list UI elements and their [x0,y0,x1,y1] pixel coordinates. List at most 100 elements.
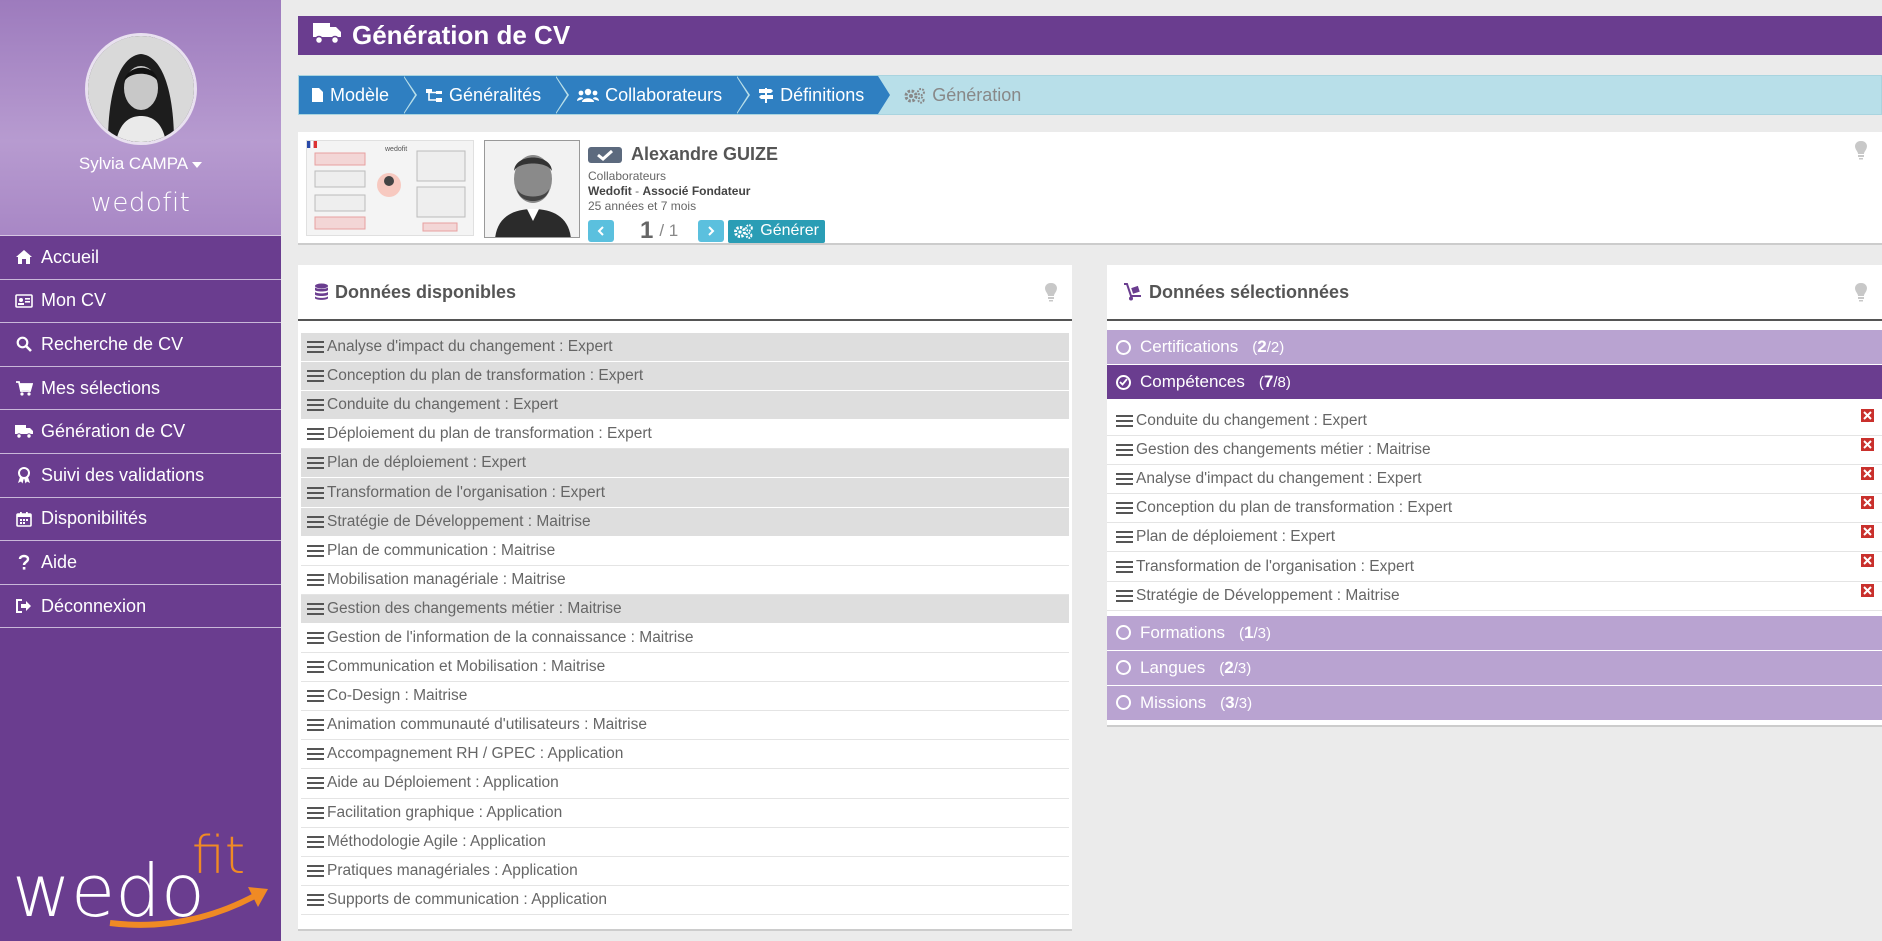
list-item[interactable]: Déploiement du plan de transformation : … [301,420,1069,450]
nav-item-recherche[interactable]: Recherche de CV [0,323,281,367]
list-item[interactable]: Supports de communication : Application [301,886,1069,915]
truck-icon [13,423,35,441]
list-item[interactable]: Plan de déploiement : Expert [1107,523,1882,553]
list-item[interactable]: Aide au Déploiement : Application [301,769,1069,799]
prev-button[interactable] [588,220,614,242]
list-item[interactable]: Stratégie de Développement : Maitrise [301,507,1069,537]
list-item[interactable]: Pratiques managériales : Application [301,857,1069,886]
drag-handle-icon[interactable] [1116,443,1133,457]
list-item[interactable]: Animation communauté d'utilisateurs : Ma… [301,711,1069,741]
user-menu[interactable]: Sylvia CAMPA [0,154,281,174]
list-item[interactable]: Méthodologie Agile : Application [301,828,1069,857]
nav-item-aide[interactable]: Aide [0,541,281,585]
drag-handle-icon[interactable] [307,631,324,645]
list-item[interactable]: Mobilisation managériale : Maitrise [301,566,1069,595]
list-item[interactable]: Facilitation graphique : Application [301,799,1069,828]
drag-handle-icon[interactable] [307,544,324,558]
drag-handle-icon[interactable] [1116,560,1133,574]
drag-handle-icon[interactable] [307,718,324,732]
list-item-label: Stratégie de Développement : Maitrise [327,512,591,530]
list-item[interactable]: Transformation de l'organisation : Exper… [301,478,1069,508]
drag-handle-icon[interactable] [1116,501,1133,515]
list-item[interactable]: Plan de déploiement : Expert [301,449,1069,479]
drag-handle-icon[interactable] [307,369,324,383]
drag-handle-icon[interactable] [1116,414,1133,428]
step-collaborateurs[interactable]: Collaborateurs [555,76,751,114]
list-item[interactable]: Plan de communication : Maitrise [301,537,1069,566]
section-certifications[interactable]: Certifications (2/2) [1107,330,1882,364]
list-item[interactable]: Co-Design : Maitrise [301,682,1069,712]
drag-handle-icon[interactable] [307,486,324,500]
delete-icon[interactable] [1861,467,1874,481]
lightbulb-icon[interactable] [1854,140,1868,165]
nav-item-accueil[interactable]: Accueil [0,236,281,280]
drag-handle-icon[interactable] [307,835,324,849]
nav-label: Recherche de CV [41,333,184,354]
drag-handle-icon[interactable] [307,398,324,412]
sidebar-profile: Sylvia CAMPA wedofit [0,0,281,236]
drag-handle-icon[interactable] [307,689,324,703]
step-generalites[interactable]: Généralités [403,76,570,114]
list-item[interactable]: Conduite du changement : Expert [301,391,1069,421]
drag-handle-icon[interactable] [307,747,324,761]
list-item[interactable]: Gestion des changements métier : Maitris… [1107,436,1882,466]
section-formations[interactable]: Formations (1/3) [1107,615,1882,650]
list-item[interactable]: Conception du plan de transformation : E… [301,362,1069,392]
nav-item-generation[interactable]: Génération de CV [0,410,281,454]
generate-button[interactable]: Générer [728,219,825,243]
template-thumbnail[interactable]: wedofit [306,140,474,236]
section-langues[interactable]: Langues (2/3) [1107,650,1882,685]
list-item[interactable]: Analyse d'impact du changement : Expert [301,333,1069,363]
section-competences[interactable]: Compétences (7/8) [1107,365,1882,399]
lightbulb-icon[interactable] [1044,282,1058,307]
list-item-label: Aide au Déploiement : Application [327,774,559,792]
next-button[interactable] [698,220,725,242]
nav-label: Accueil [41,246,100,267]
nav-item-deconnexion[interactable]: Déconnexion [0,585,281,629]
drag-handle-icon[interactable] [307,806,324,820]
drag-handle-icon[interactable] [307,340,324,354]
list-item-label: Conception du plan de transformation : E… [1136,499,1453,517]
list-item[interactable]: Gestion des changements métier : Maitris… [301,594,1069,624]
list-item[interactable]: Transformation de l'organisation : Exper… [1107,552,1882,582]
nav-item-mon-cv[interactable]: Mon CV [0,280,281,324]
drag-handle-icon[interactable] [307,864,324,878]
list-item[interactable]: Conduite du changement : Expert [1107,407,1882,437]
delete-icon[interactable] [1861,554,1874,568]
list-item-label: Facilitation graphique : Application [327,803,563,821]
drag-handle-icon[interactable] [307,456,324,470]
nav-item-disponibilites[interactable]: Disponibilités [0,498,281,542]
drag-handle-icon[interactable] [1116,472,1133,486]
delete-icon[interactable] [1861,438,1874,452]
drag-handle-icon[interactable] [307,893,324,907]
step-generation[interactable]: Génération [878,76,1035,114]
delete-icon[interactable] [1861,525,1874,539]
list-item[interactable]: Analyse d'impact du changement : Expert [1107,465,1882,495]
list-item[interactable]: Conception du plan de transformation : E… [1107,494,1882,524]
drag-handle-icon[interactable] [1116,530,1133,544]
lightbulb-icon[interactable] [1854,282,1868,307]
drag-handle-icon[interactable] [307,776,324,790]
section-missions[interactable]: Missions (3/3) [1107,685,1882,720]
step-definitions[interactable]: Définitions [736,76,893,114]
drag-handle-icon[interactable] [307,427,324,441]
list-item[interactable]: Gestion de l'information de la connaissa… [301,624,1069,654]
competences-list: Conduite du changement : Expert Gestion d… [1107,399,1882,615]
delete-icon[interactable] [1861,583,1874,597]
drag-handle-icon[interactable] [307,660,324,674]
list-item[interactable]: Accompagnement RH / GPEC : Application [301,740,1069,770]
drag-handle-icon[interactable] [307,515,324,529]
list-item[interactable]: Communication et Mobilisation : Maitrise [301,653,1069,683]
drag-handle-icon[interactable] [307,573,324,587]
avatar[interactable] [84,33,197,145]
drag-handle-icon[interactable] [307,602,324,616]
nav-item-selections[interactable]: Mes sélections [0,367,281,411]
delete-icon[interactable] [1861,496,1874,510]
list-item-label: Méthodologie Agile : Application [327,832,546,850]
step-modele[interactable]: Modèle [299,76,418,114]
list-item-label: Analyse d'impact du changement : Expert [1136,470,1422,488]
nav-item-validations[interactable]: Suivi des validations [0,454,281,498]
drag-handle-icon[interactable] [1116,589,1133,603]
list-item[interactable]: Stratégie de Développement : Maitrise [1107,582,1882,611]
delete-icon[interactable] [1861,409,1874,422]
